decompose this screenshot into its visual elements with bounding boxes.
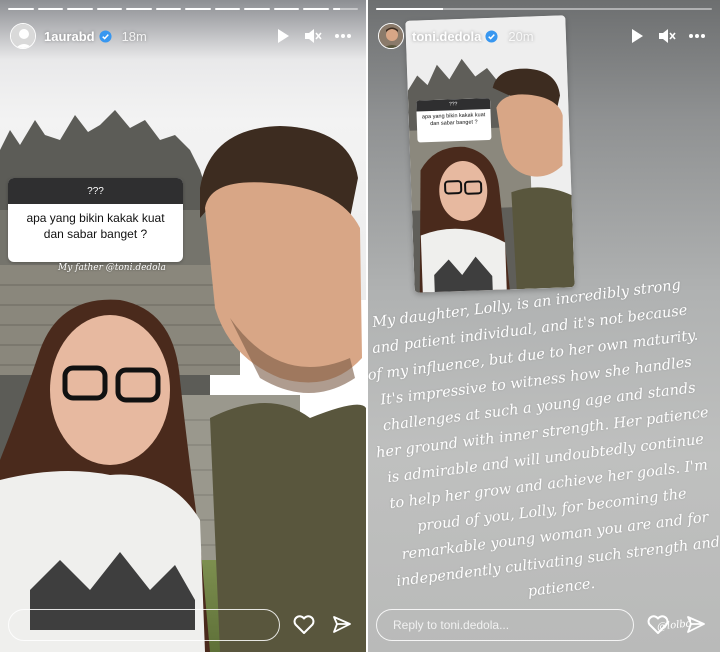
more-icon[interactable] xyxy=(686,25,708,47)
reposted-question-text: apa yang bikin kakak kuat dan sabar bang… xyxy=(421,112,486,128)
post-time: 18m xyxy=(121,28,147,44)
person-man xyxy=(200,126,366,652)
story-header: 1aurabd 18m xyxy=(10,20,354,52)
reply-input[interactable]: Reply to toni.dedola... xyxy=(376,609,634,641)
story-left[interactable]: 1aurabd 18m ??? apa yang bikin kakak kua… xyxy=(0,0,366,652)
story-quote-text: My daughter, Lolly, is an incredibly str… xyxy=(368,277,720,602)
more-icon[interactable] xyxy=(332,25,354,47)
story-header: toni.dedola 20m xyxy=(378,20,708,52)
verified-badge-icon xyxy=(485,29,498,43)
question-sticker: ??? apa yang bikin kakak kuat dan sabar … xyxy=(8,178,183,262)
heart-icon[interactable] xyxy=(290,611,318,639)
reposted-question-sticker: ??? apa yang bikin kakak kuat dan sabar … xyxy=(416,97,492,143)
question-sticker-header: ??? xyxy=(8,178,183,204)
verified-badge-icon xyxy=(99,29,112,43)
story-progress xyxy=(8,8,358,10)
play-icon[interactable] xyxy=(626,25,648,47)
play-icon[interactable] xyxy=(272,25,294,47)
send-icon[interactable] xyxy=(682,611,710,639)
username[interactable]: toni.dedola xyxy=(412,29,481,44)
quote-paragraph: My daughter, Lolly, is an incredibly str… xyxy=(368,277,720,600)
avatar[interactable] xyxy=(10,23,36,49)
mute-icon[interactable] xyxy=(656,25,678,47)
mute-icon[interactable] xyxy=(302,25,324,47)
reposted-story-thumbnail[interactable]: ??? apa yang bikin kakak kuat dan sabar … xyxy=(405,15,575,293)
send-icon[interactable] xyxy=(328,611,356,639)
question-sticker-text: apa yang bikin kakak kuat dan sabar bang… xyxy=(26,211,165,241)
username[interactable]: 1aurabd xyxy=(44,29,95,44)
story-progress xyxy=(376,8,712,10)
story-footer xyxy=(8,608,356,642)
story-footer: Reply to toni.dedola... xyxy=(376,608,710,642)
person-girl xyxy=(0,299,210,652)
reply-input[interactable] xyxy=(8,609,280,641)
story-right[interactable]: ??? apa yang bikin kakak kuat dan sabar … xyxy=(368,0,720,652)
avatar[interactable] xyxy=(378,23,404,49)
story-caption: My father @toni.dedola xyxy=(58,263,166,273)
heart-icon[interactable] xyxy=(644,611,672,639)
story-photo xyxy=(0,0,366,652)
post-time: 20m xyxy=(508,28,534,44)
